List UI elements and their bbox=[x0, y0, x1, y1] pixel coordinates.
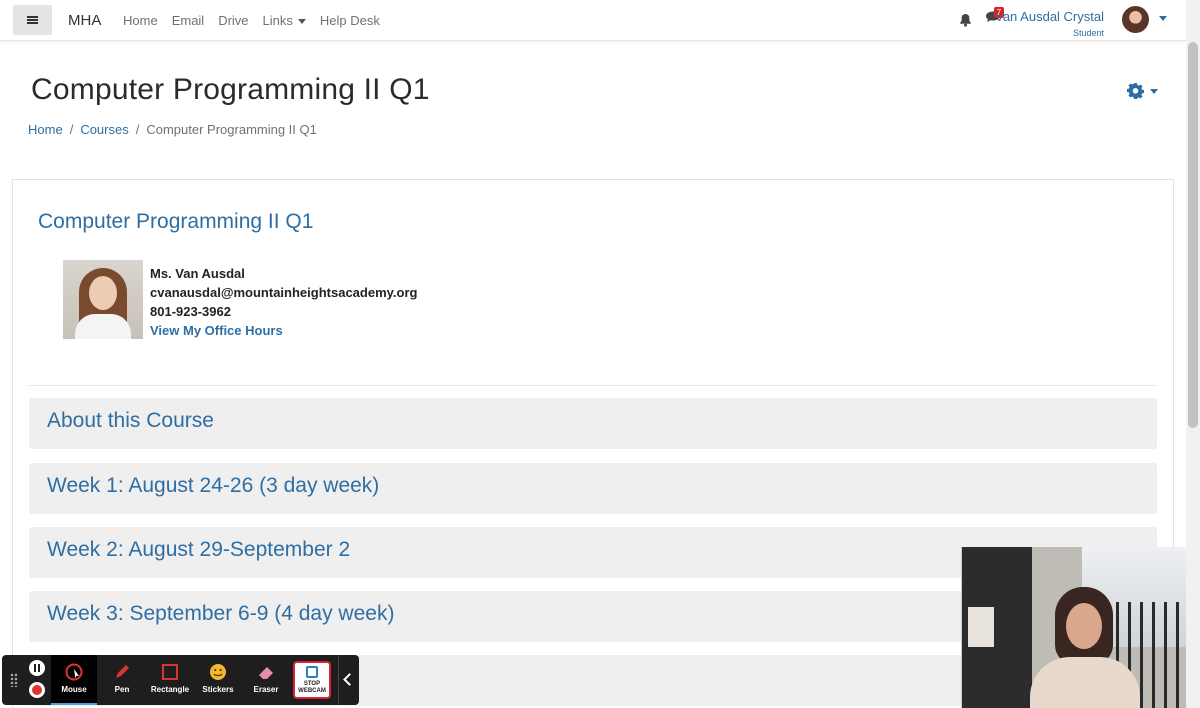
tool-stickers[interactable]: Stickers bbox=[195, 655, 241, 705]
breadcrumb-courses[interactable]: Courses bbox=[80, 122, 128, 137]
annotation-toolbar: Mouse Pen Rectangle Stickers Eraser STOP… bbox=[2, 655, 359, 705]
section-week-1[interactable]: Week 1: August 24-26 (3 day week) bbox=[29, 463, 1157, 514]
tool-eraser[interactable]: Eraser bbox=[243, 655, 289, 705]
teacher-photo bbox=[63, 260, 143, 339]
gear-icon[interactable] bbox=[1127, 82, 1144, 99]
brand-link[interactable]: MHA bbox=[68, 12, 101, 29]
course-heading: Computer Programming II Q1 bbox=[38, 210, 314, 233]
rectangle-icon bbox=[162, 664, 178, 680]
drag-handle-icon[interactable] bbox=[10, 673, 18, 687]
top-navbar: MHA Home Email Drive Links Help Desk 7 V… bbox=[0, 0, 1186, 41]
user-role: Student bbox=[1072, 28, 1104, 38]
pause-recording-button[interactable] bbox=[29, 660, 45, 676]
breadcrumb-home[interactable]: Home bbox=[28, 122, 63, 137]
menu-toggle-button[interactable] bbox=[13, 5, 52, 35]
user-menu-caret-icon[interactable] bbox=[1159, 16, 1167, 21]
bell-icon[interactable] bbox=[959, 13, 972, 27]
nav-help-desk[interactable]: Help Desk bbox=[320, 13, 380, 28]
stop-recording-button[interactable] bbox=[29, 682, 45, 698]
collapse-toolbar-chevron-icon[interactable] bbox=[338, 655, 359, 705]
page-title: Computer Programming II Q1 bbox=[31, 73, 430, 106]
cursor-icon bbox=[65, 663, 83, 681]
stop-webcam-button[interactable]: STOP WEBCAM bbox=[293, 661, 331, 699]
scrollbar-thumb[interactable] bbox=[1188, 42, 1198, 428]
nav-email[interactable]: Email bbox=[172, 13, 205, 28]
user-avatar[interactable] bbox=[1122, 6, 1149, 33]
teacher-email: cvanausdal@mountainheightsacademy.org bbox=[150, 285, 418, 300]
breadcrumb-current: Computer Programming II Q1 bbox=[146, 122, 317, 137]
teacher-phone: 801-923-3962 bbox=[150, 304, 231, 319]
webcam-icon bbox=[306, 666, 318, 678]
office-hours-link[interactable]: View My Office Hours bbox=[150, 321, 417, 340]
tool-pen[interactable]: Pen bbox=[99, 655, 145, 705]
breadcrumb: Home / Courses / Computer Programming II Q1 bbox=[28, 122, 317, 137]
tool-rectangle[interactable]: Rectangle bbox=[147, 655, 193, 705]
teacher-contact: Ms. Van Ausdal cvanausdal@mountainheight… bbox=[150, 264, 417, 340]
settings-caret-icon[interactable] bbox=[1150, 89, 1158, 94]
divider bbox=[29, 385, 1157, 386]
section-about[interactable]: About this Course bbox=[29, 398, 1157, 449]
teacher-name: Ms. Van Ausdal bbox=[150, 266, 245, 281]
sticker-smiley-icon bbox=[210, 664, 226, 680]
page-scrollbar[interactable] bbox=[1186, 0, 1200, 708]
nav-drive[interactable]: Drive bbox=[218, 13, 248, 28]
user-name[interactable]: Van Ausdal Crystal bbox=[995, 9, 1104, 24]
nav-links: Home Email Drive Links Help Desk bbox=[123, 13, 380, 28]
eraser-icon bbox=[259, 667, 273, 679]
pen-icon bbox=[116, 665, 129, 678]
nav-home[interactable]: Home bbox=[123, 13, 158, 28]
caret-down-icon bbox=[297, 19, 306, 25]
hamburger-icon bbox=[27, 19, 38, 21]
webcam-feed bbox=[961, 547, 1186, 708]
tool-mouse[interactable]: Mouse bbox=[51, 655, 97, 705]
nav-links-dropdown[interactable]: Links bbox=[263, 13, 306, 28]
